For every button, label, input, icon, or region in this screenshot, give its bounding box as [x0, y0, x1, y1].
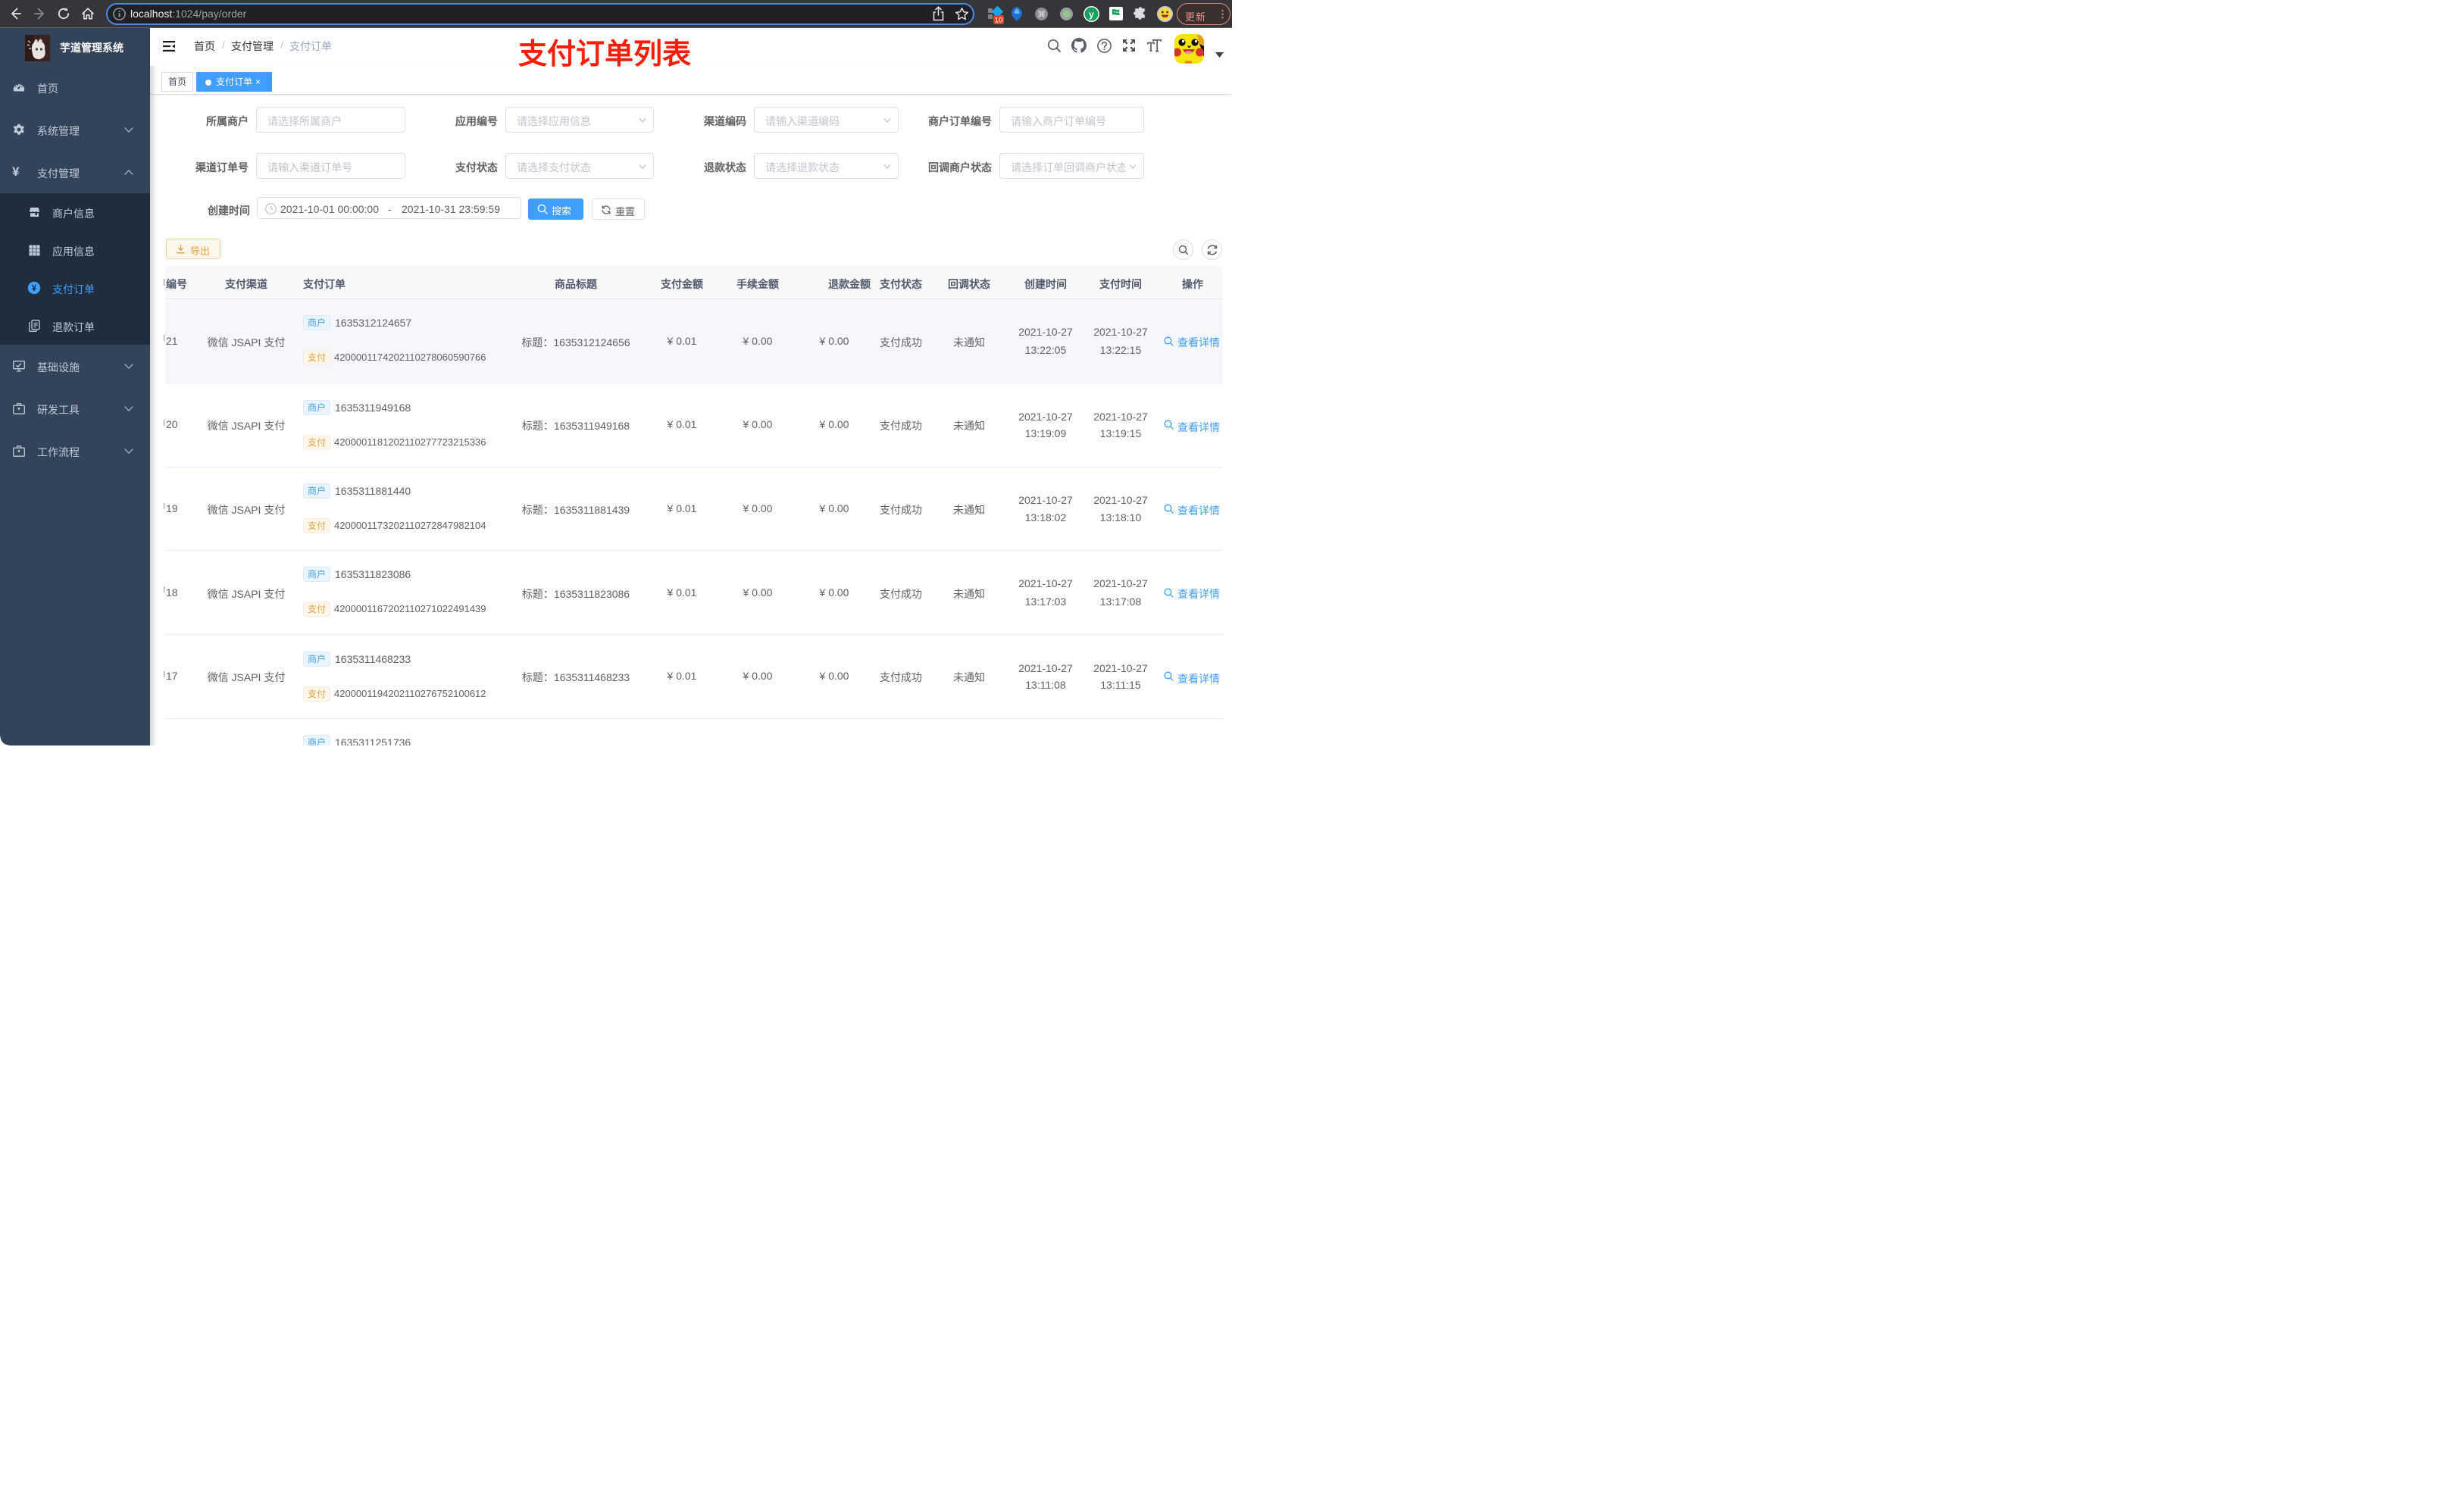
svg-text:10: 10	[995, 17, 1003, 25]
svg-text:⌘: ⌘	[1037, 11, 1046, 20]
svg-text:y: y	[1089, 9, 1094, 20]
svg-text:¥: ¥	[32, 284, 37, 293]
